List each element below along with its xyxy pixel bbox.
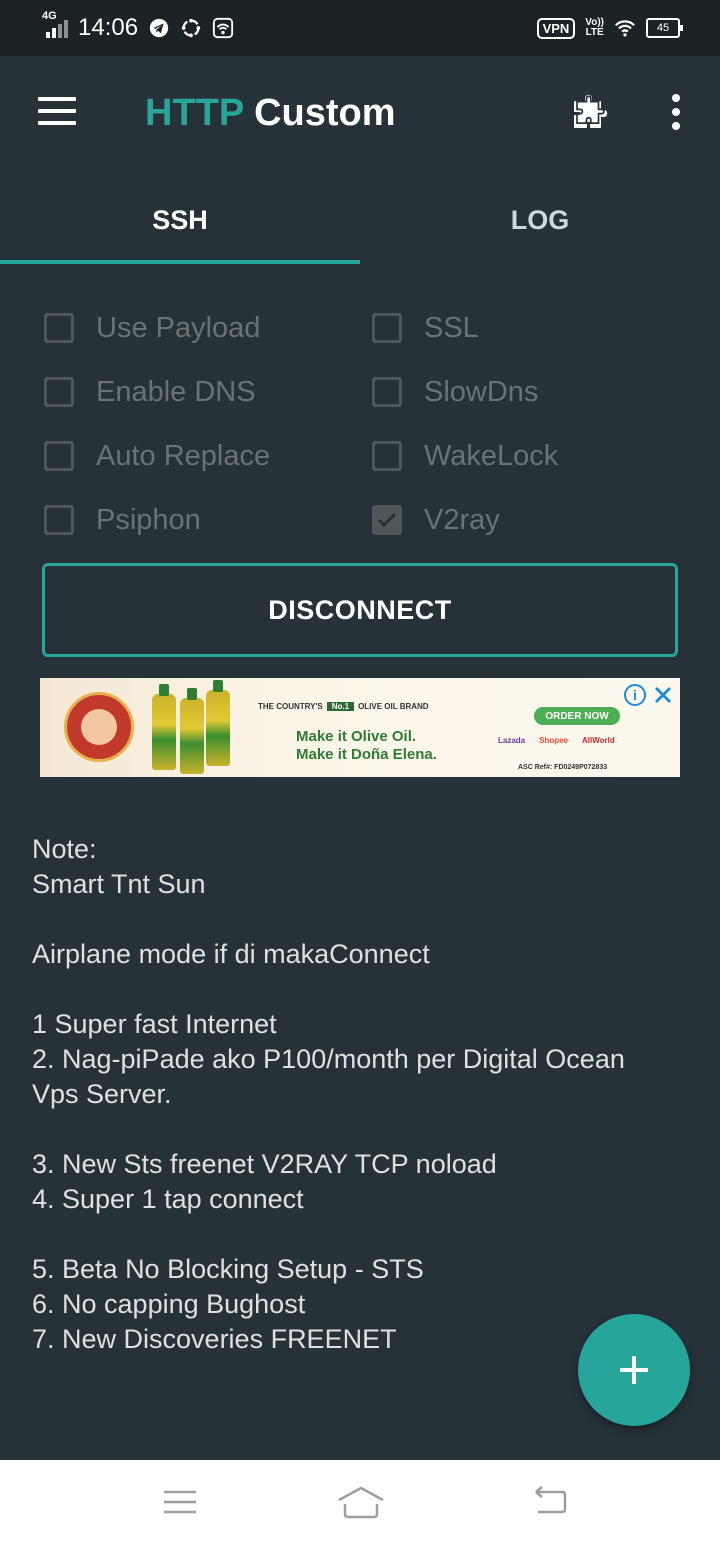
status-bar: 4G 14:06 VPN Vo)) LTE 45 bbox=[0, 0, 720, 56]
note-line bbox=[32, 1112, 692, 1147]
status-time: 14:06 bbox=[78, 14, 139, 41]
auto-replace-label: Auto Replace bbox=[96, 439, 271, 472]
use-payload-checkbox[interactable] bbox=[44, 313, 74, 343]
wifi-icon bbox=[615, 20, 635, 37]
add-fab-button[interactable] bbox=[578, 1314, 690, 1426]
ssl-option[interactable]: SSL bbox=[372, 296, 479, 360]
note-line bbox=[32, 972, 692, 1007]
disconnect-button[interactable]: DISCONNECT bbox=[42, 563, 678, 657]
slowdns-label: SlowDns bbox=[424, 375, 539, 408]
note-line bbox=[32, 1217, 692, 1252]
note-line: Note: bbox=[32, 834, 97, 864]
enable-dns-checkbox[interactable] bbox=[44, 377, 74, 407]
ssl-label: SSL bbox=[424, 311, 479, 344]
brand-logo bbox=[64, 692, 134, 762]
ad-tagline: THE COUNTRY'S No.1 OLIVE OIL BRAND bbox=[258, 702, 429, 711]
note-line: 6. No capping Bughost bbox=[32, 1289, 306, 1319]
note-line: 3. New Sts freenet V2RAY TCP noload bbox=[32, 1149, 497, 1179]
tab-log[interactable]: LOG bbox=[360, 174, 720, 266]
psiphon-checkbox[interactable] bbox=[44, 505, 74, 535]
telegram-icon bbox=[149, 18, 169, 38]
puzzle-icon[interactable] bbox=[568, 92, 614, 138]
sync-icon bbox=[181, 18, 201, 38]
ad-tagline-prefix: THE COUNTRY'S bbox=[258, 702, 323, 711]
more-vert-icon[interactable] bbox=[668, 94, 684, 134]
volte-icon: Vo)) LTE bbox=[585, 18, 604, 38]
back-icon[interactable] bbox=[528, 1480, 572, 1524]
ssl-checkbox[interactable] bbox=[372, 313, 402, 343]
slowdns-checkbox[interactable] bbox=[372, 377, 402, 407]
ad-line-1: Make it Olive Oil. bbox=[296, 728, 417, 745]
wakelock-option[interactable]: WakeLock bbox=[372, 424, 558, 488]
wifi-hotspot-icon bbox=[212, 17, 234, 39]
olive-oil-bottle-image bbox=[206, 680, 230, 766]
status-bar-right: VPN Vo)) LTE 45 bbox=[536, 17, 683, 39]
psiphon-label: Psiphon bbox=[96, 503, 201, 536]
ad-shop-allworld: AllWorld bbox=[582, 736, 615, 745]
ad-shop-lazada: Lazada bbox=[498, 736, 526, 745]
recents-menu-icon[interactable] bbox=[158, 1480, 202, 1524]
plus-icon bbox=[620, 1356, 648, 1384]
ad-close-icon[interactable] bbox=[652, 684, 674, 706]
note-line: 1 Super fast Internet bbox=[32, 1009, 277, 1039]
ad-banner[interactable]: THE COUNTRY'S No.1 OLIVE OIL BRAND Make it… bbox=[40, 678, 680, 777]
status-bar-left: 4G 14:06 bbox=[42, 10, 234, 42]
app-title-custom: Custom bbox=[254, 92, 396, 134]
enable-dns-option[interactable]: Enable DNS bbox=[44, 360, 256, 424]
psiphon-option[interactable]: Psiphon bbox=[44, 488, 201, 552]
use-payload-option[interactable]: Use Payload bbox=[44, 296, 260, 360]
signal-icon: 4G bbox=[42, 10, 68, 38]
note-text: Note: Smart Tnt Sun Airplane mode if di … bbox=[32, 832, 692, 1357]
app-title-http: HTTP bbox=[145, 92, 244, 134]
app-title: HTTP Custom bbox=[145, 92, 396, 135]
ad-order-now-button[interactable]: ORDER NOW bbox=[534, 707, 620, 725]
note-line: Vps Server. bbox=[32, 1079, 172, 1109]
checkmark-icon bbox=[377, 512, 397, 528]
ad-line-2: Make it Doña Elena. bbox=[296, 746, 437, 763]
v2ray-label: V2ray bbox=[424, 503, 500, 536]
tab-ssh[interactable]: SSH bbox=[0, 174, 360, 266]
ad-asc-ref: ASC Ref#: FD0249P072833 bbox=[518, 764, 608, 771]
home-icon[interactable] bbox=[336, 1480, 386, 1524]
v2ray-checkbox[interactable] bbox=[372, 505, 402, 535]
wakelock-label: WakeLock bbox=[424, 439, 559, 472]
v2ray-option[interactable]: V2ray bbox=[372, 488, 500, 552]
note-line: 4. Super 1 tap connect bbox=[32, 1184, 304, 1214]
menu-icon[interactable] bbox=[38, 97, 76, 127]
note-line bbox=[32, 902, 692, 937]
ad-tagline-suffix: OLIVE OIL BRAND bbox=[358, 702, 429, 711]
olive-oil-bottle-image bbox=[180, 688, 204, 774]
note-line: 2. Nag-piPade ako P100/month per Digital… bbox=[32, 1044, 625, 1074]
ad-shop-shopee: Shopee bbox=[539, 736, 569, 745]
auto-replace-checkbox[interactable] bbox=[44, 441, 74, 471]
vpn-badge: VPN bbox=[536, 17, 576, 39]
olive-oil-bottle-image bbox=[152, 684, 176, 770]
note-line: 5. Beta No Blocking Setup - STS bbox=[32, 1254, 424, 1284]
enable-dns-label: Enable DNS bbox=[96, 375, 256, 408]
auto-replace-option[interactable]: Auto Replace bbox=[44, 424, 270, 488]
slowdns-option[interactable]: SlowDns bbox=[372, 360, 538, 424]
note-line: Smart Tnt Sun bbox=[32, 869, 206, 899]
use-payload-label: Use Payload bbox=[96, 311, 261, 344]
app-bar: HTTP Custom bbox=[0, 56, 720, 174]
volte-bottom: LTE bbox=[585, 27, 604, 38]
system-nav-bar bbox=[0, 1460, 720, 1544]
ad-info-icon[interactable]: i bbox=[624, 684, 646, 706]
wakelock-checkbox[interactable] bbox=[372, 441, 402, 471]
ad-shops: Lazada Shopee AllWorld bbox=[498, 736, 615, 745]
tab-bar: SSH LOG bbox=[0, 174, 720, 266]
ad-badge: No.1 bbox=[326, 702, 355, 711]
battery-level: 45 bbox=[656, 22, 670, 34]
battery-icon: 45 bbox=[646, 18, 683, 38]
network-type: 4G bbox=[42, 10, 57, 22]
note-line: Airplane mode if di makaConnect bbox=[32, 939, 430, 969]
